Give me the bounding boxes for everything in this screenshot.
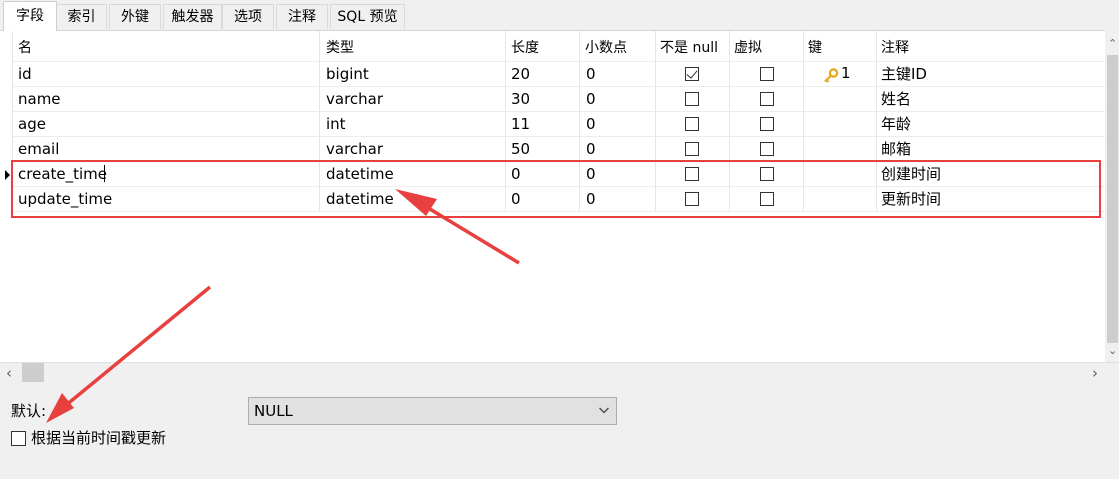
tab-triggers[interactable]: 触发器 xyxy=(163,4,222,29)
field-length-cell[interactable]: 30 xyxy=(511,87,530,111)
field-comment-cell[interactable]: 主键ID xyxy=(881,62,927,86)
tab-foreign-keys[interactable]: 外键 xyxy=(109,4,161,29)
field-decimals-cell[interactable]: 0 xyxy=(586,137,596,161)
field-name-cell[interactable]: age xyxy=(18,112,46,136)
field-decimals-cell[interactable]: 0 xyxy=(586,87,596,111)
horizontal-scrollbar[interactable] xyxy=(0,362,1119,387)
field-type-cell[interactable]: varchar xyxy=(326,137,383,161)
field-name-cell[interactable]: email xyxy=(18,137,59,161)
not-null-checkbox[interactable] xyxy=(685,117,699,131)
not-null-checkbox[interactable] xyxy=(685,142,699,156)
field-decimals-cell[interactable]: 0 xyxy=(586,62,596,86)
tab-bar: 字段 索引 外键 触发器 选项 注释 SQL 预览 xyxy=(0,0,1119,31)
column-header-type[interactable]: 类型 xyxy=(326,36,354,60)
on-update-current-timestamp-checkbox[interactable] xyxy=(11,431,26,446)
default-value-select[interactable]: NULL xyxy=(248,397,617,425)
field-comment-cell[interactable]: 年龄 xyxy=(881,112,911,136)
field-length-cell[interactable]: 20 xyxy=(511,62,530,86)
scroll-left-icon[interactable]: ‹ xyxy=(6,366,12,381)
default-value: NULL xyxy=(254,402,293,420)
tab-sql-preview[interactable]: SQL 预览 xyxy=(330,4,405,29)
not-null-checkbox[interactable] xyxy=(685,92,699,106)
field-type-cell[interactable]: bigint xyxy=(326,62,369,86)
highlight-box xyxy=(11,160,1101,218)
tab-fields[interactable]: 字段 xyxy=(3,1,57,31)
field-comment-cell[interactable]: 邮箱 xyxy=(881,137,911,161)
virtual-checkbox[interactable] xyxy=(760,142,774,156)
field-name-cell[interactable]: name xyxy=(18,87,61,111)
not-null-checkbox[interactable] xyxy=(685,67,699,81)
virtual-checkbox[interactable] xyxy=(760,92,774,106)
key-icon xyxy=(824,68,839,83)
on-update-current-timestamp-label: 根据当前时间戳更新 xyxy=(31,429,167,447)
current-row-indicator-icon xyxy=(5,170,10,180)
field-type-cell[interactable]: varchar xyxy=(326,87,383,111)
field-decimals-cell[interactable]: 0 xyxy=(586,112,596,136)
field-type-cell[interactable]: int xyxy=(326,112,346,136)
column-header-comment[interactable]: 注释 xyxy=(881,36,909,60)
field-length-cell[interactable]: 50 xyxy=(511,137,530,161)
column-header-key[interactable]: 键 xyxy=(808,36,822,60)
column-header-length[interactable]: 长度 xyxy=(511,36,539,60)
horizontal-scroll-thumb[interactable] xyxy=(22,363,44,382)
column-header-decimals[interactable]: 小数点 xyxy=(585,36,627,60)
scroll-down-icon[interactable]: ⌄ xyxy=(1108,345,1117,357)
tab-comment[interactable]: 注释 xyxy=(276,4,328,29)
column-header-not-null[interactable]: 不是 null xyxy=(660,36,718,60)
field-length-cell[interactable]: 11 xyxy=(511,112,530,136)
scroll-right-icon[interactable]: › xyxy=(1092,366,1098,381)
field-name-cell[interactable]: id xyxy=(18,62,32,86)
key-order-cell: 1 xyxy=(841,64,851,82)
virtual-checkbox[interactable] xyxy=(760,67,774,81)
tab-indexes[interactable]: 索引 xyxy=(56,4,107,29)
field-comment-cell[interactable]: 姓名 xyxy=(881,87,911,111)
column-header-virtual[interactable]: 虚拟 xyxy=(734,36,762,60)
tab-options[interactable]: 选项 xyxy=(222,4,274,29)
vertical-scroll-thumb[interactable] xyxy=(1107,55,1118,343)
default-label: 默认: xyxy=(11,402,47,420)
scroll-up-icon[interactable]: ⌃ xyxy=(1108,38,1117,50)
column-header-name[interactable]: 名 xyxy=(18,36,32,60)
chevron-down-icon xyxy=(599,407,609,414)
virtual-checkbox[interactable] xyxy=(760,117,774,131)
